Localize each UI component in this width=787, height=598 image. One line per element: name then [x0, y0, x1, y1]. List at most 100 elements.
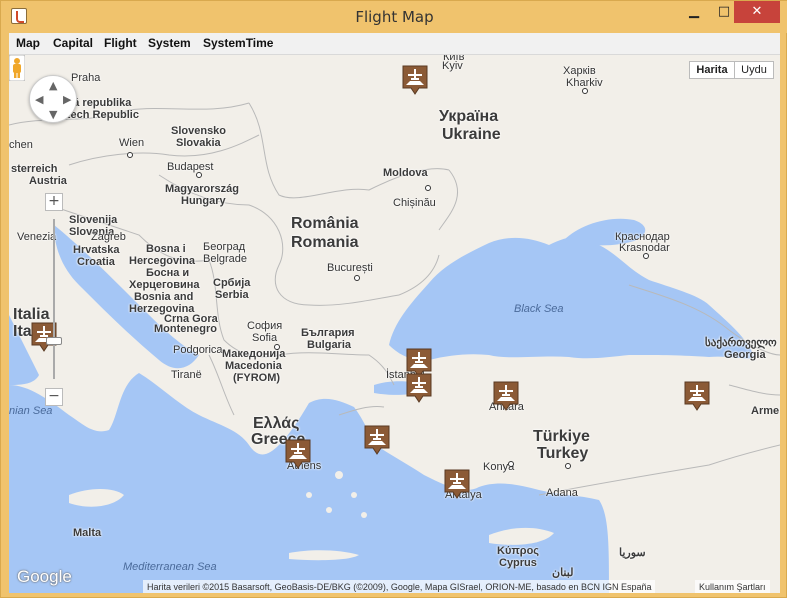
airplane-icon: [364, 425, 390, 455]
label-romania: Romania: [291, 234, 359, 251]
menu-system[interactable]: System: [148, 36, 191, 50]
close-button[interactable]: ✕: [734, 1, 780, 23]
label-slovakia: Slovakia: [176, 137, 221, 149]
aegean-island: [326, 507, 332, 513]
label-ukraina: Україна: [439, 108, 499, 125]
label-wien: Wien: [119, 137, 145, 149]
airport-marker[interactable]: [684, 381, 710, 411]
zoom-out-button[interactable]: −: [45, 388, 63, 406]
label-lebanon: لبنان: [552, 567, 574, 579]
pan-control[interactable]: ▲ ▼ ◀ ▶: [29, 75, 77, 123]
zoom-slider-track[interactable]: [53, 219, 55, 379]
label-georgia-geo: საქართველო: [705, 337, 777, 349]
pan-up-icon[interactable]: ▲: [49, 80, 57, 91]
menu-flight[interactable]: Flight: [104, 36, 137, 50]
city-dot: [508, 461, 514, 467]
city-dot: [127, 152, 133, 158]
label-osterreich: sterreich: [11, 163, 58, 175]
label-kharkiv-cyr: Харків: [563, 65, 596, 77]
aegean-island: [306, 492, 312, 498]
label-kyiv: Kyiv: [442, 60, 463, 72]
label-venezia: Venezia: [17, 231, 57, 243]
google-logo: Google: [17, 567, 72, 586]
label-serbia: Serbia: [215, 289, 249, 301]
label-mediterranean-sea: Mediterranean Sea: [123, 561, 217, 573]
label-budapest: Budapest: [167, 161, 214, 173]
label-bosna-i: Bosna i: [146, 243, 186, 255]
label-srbija-cyr: Србија: [213, 277, 251, 289]
label-montenegro: Montenegro: [154, 323, 217, 335]
map-canvas[interactable]: Praha ská republika zech Republic Sloven…: [9, 55, 780, 593]
label-bulgaria-cyr: България: [301, 327, 355, 339]
city-dot: [582, 88, 588, 94]
label-hungary: Hungary: [181, 195, 226, 207]
label-beograd: Belgrade: [203, 253, 248, 265]
label-beograd-cyr: Београд: [203, 241, 246, 253]
airport-marker[interactable]: [285, 439, 311, 469]
app-window: Flight Map ▁ □ ✕ Map Capital Flight Syst…: [0, 0, 787, 598]
label-bosnia-and: Bosnia and: [134, 291, 194, 303]
pan-left-icon[interactable]: ◀: [35, 94, 43, 105]
label-cyprus: Cyprus: [499, 557, 537, 569]
airport-marker[interactable]: [406, 373, 432, 403]
airport-marker[interactable]: [402, 65, 428, 95]
label-turkey: Turkey: [537, 445, 589, 462]
label-turkiye: Türkiye: [533, 428, 590, 445]
zoom-in-button[interactable]: +: [45, 193, 63, 211]
label-bucuresti: București: [327, 262, 373, 274]
label-herc-cyr: Херцеговина: [129, 279, 200, 291]
title-bar: Flight Map ▁ □ ✕: [1, 1, 787, 33]
menu-capital[interactable]: Capital: [53, 36, 93, 50]
map-attribution: Harita verileri ©2015 Basarsoft, GeoBasi…: [143, 580, 656, 593]
airplane-icon: [444, 469, 470, 499]
label-praha: Praha: [71, 72, 101, 84]
city-dot: [196, 172, 202, 178]
city-dot: [643, 253, 649, 259]
airplane-icon: [285, 439, 311, 469]
airplane-icon: [684, 381, 710, 411]
label-adana: Adana: [546, 487, 578, 499]
map-type-map-button[interactable]: Harita: [689, 61, 735, 79]
menu-bar: Map Capital Flight System SystemTime: [9, 33, 780, 55]
label-hercegovina: Hercegovina: [129, 255, 196, 267]
label-macedonia: Macedonia: [225, 360, 282, 372]
airport-marker[interactable]: [444, 469, 470, 499]
map-type-satellite-button[interactable]: Uydu: [734, 61, 774, 79]
menu-systemtime[interactable]: SystemTime: [203, 36, 273, 50]
label-ukraine: Ukraine: [442, 126, 501, 143]
aegean-island: [335, 471, 343, 479]
city-dot: [274, 344, 280, 350]
terms-link[interactable]: Kullanım Şartları: [695, 580, 770, 593]
window-title: Flight Map: [355, 8, 434, 26]
airport-marker[interactable]: [364, 425, 390, 455]
label-kibris: Κύπρος: [497, 545, 540, 557]
pan-right-icon[interactable]: ▶: [63, 94, 71, 105]
aegean-island: [361, 512, 367, 518]
label-zagreb: Zagreb: [91, 231, 126, 243]
map-geography: [9, 55, 780, 593]
label-moldova: Moldova: [383, 167, 428, 179]
pegman-icon[interactable]: [9, 55, 25, 81]
label-chen: chen: [9, 139, 33, 151]
label-romania-ro: România: [291, 215, 359, 232]
label-hrvatska: Hrvatska: [73, 244, 120, 256]
label-slovensko: Slovensko: [171, 125, 227, 137]
label-croatia: Croatia: [77, 256, 115, 268]
label-czech: zech Republic: [65, 109, 139, 121]
label-bosna-cyr: Босна и: [146, 267, 190, 279]
menu-map[interactable]: Map: [16, 36, 40, 50]
label-armenia: Arme: [751, 405, 780, 417]
label-sofia: Sofia: [252, 332, 278, 344]
pan-down-icon[interactable]: ▼: [49, 109, 57, 120]
label-black-sea: Black Sea: [514, 303, 564, 315]
label-sofia-cyr: София: [247, 320, 283, 332]
airplane-icon: [493, 381, 519, 411]
city-dot: [565, 463, 571, 469]
label-ionian-sea: nian Sea: [9, 405, 53, 417]
city-dot: [425, 185, 431, 191]
label-austria: Austria: [29, 175, 67, 187]
airplane-icon: [402, 65, 428, 95]
zoom-slider-thumb[interactable]: [46, 337, 62, 345]
minimize-button[interactable]: ▁: [677, 1, 711, 23]
airport-marker[interactable]: [493, 381, 519, 411]
